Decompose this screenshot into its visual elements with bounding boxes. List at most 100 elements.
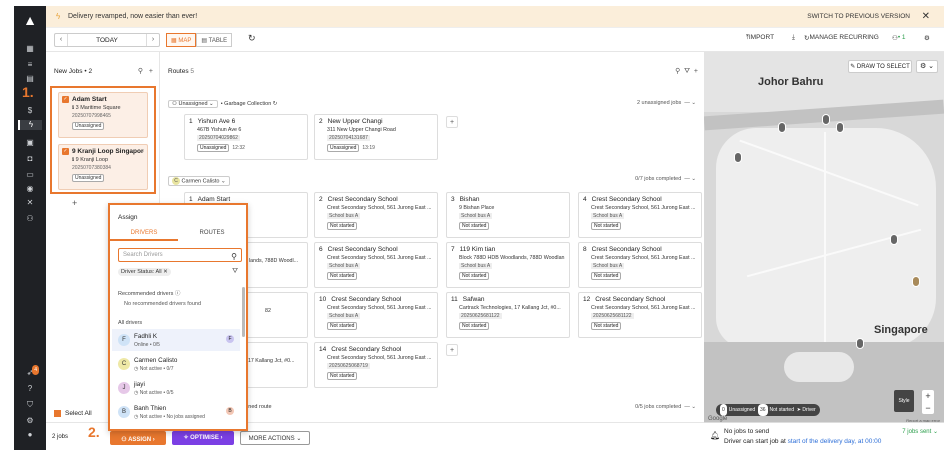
checkbox-checked-icon[interactable]: ✓	[62, 96, 69, 103]
map-view-button[interactable]: ▦ MAP	[166, 33, 197, 47]
stop-card[interactable]: 12 Crest Secondary School Crest Secondary…	[578, 292, 702, 338]
stop-card[interactable]: 2 New Upper Changi 311 New Upper Changi R…	[314, 114, 438, 160]
grid-icon[interactable]: ▤	[23, 74, 37, 84]
stop-card[interactable]: 7 119 Kim tian Block 788D HDB Woodlands, …	[446, 242, 570, 288]
map-pin-icon[interactable]	[856, 338, 864, 349]
app-logo-icon[interactable]: ▲	[22, 12, 38, 28]
settings-gear-icon[interactable]: ⚙	[924, 34, 930, 42]
search-icon[interactable]: ⚲	[138, 68, 143, 75]
routes-tools: ⚲ ⛛ +	[675, 67, 698, 76]
add-stop-button[interactable]: +	[446, 344, 458, 356]
driver-item[interactable]: J jiayi ◷ Not active • 0/5	[112, 377, 240, 399]
location-icon[interactable]: ◉	[23, 184, 37, 194]
stop-card[interactable]: 3 Bishan 9 Bishan Place School bus A Not …	[446, 192, 570, 238]
add-icon[interactable]: +	[694, 68, 698, 75]
calendar-icon[interactable]: ▣	[23, 138, 37, 148]
stop-card[interactable]: 1 Yishun Ave 6 467B Yishun Ave 6 20250704…	[184, 114, 308, 160]
stop-card[interactable]: 14 Crest Secondary School Crest Secondary…	[314, 342, 438, 388]
chevron-right-icon[interactable]: ›	[148, 36, 158, 43]
map-style-button[interactable]: Style	[894, 390, 914, 412]
map-pin-icon[interactable]	[836, 122, 844, 133]
map-icon[interactable]: ▦	[23, 44, 37, 54]
stop-number: 7	[451, 246, 455, 253]
driver-arrow-icon: ➤	[796, 407, 801, 413]
filter-icon[interactable]: ⛛	[232, 268, 238, 276]
manage-recurring-button[interactable]: ↻ MANAGE RECURRING	[804, 34, 879, 42]
users-online-indicator[interactable]: ⚇ • 1	[892, 34, 906, 42]
route-dropdown[interactable]: ⚇ Unassigned ⌄	[168, 100, 218, 108]
select-all-checkbox[interactable]: Select All	[54, 410, 92, 417]
assign-button[interactable]: ⚇ ASSIGN ›	[110, 431, 166, 445]
more-actions-button[interactable]: MORE ACTIONS ⌄	[240, 431, 310, 445]
job-card[interactable]: ✓ 9 Kranji Loop Singapore 7... ℹ 9 Kranj…	[58, 144, 148, 190]
date-label[interactable]: TODAY	[67, 34, 147, 46]
users-icon[interactable]: ⚇	[23, 214, 37, 224]
driver-status-filter[interactable]: Driver Status: All ✕	[118, 268, 171, 276]
map-pin-icon[interactable]	[912, 276, 920, 287]
add-job-icon[interactable]: +	[72, 198, 77, 208]
stop-address: 311 New Upper Changi Road	[327, 127, 396, 133]
dollar-icon[interactable]: $	[23, 106, 37, 116]
dispatch-time-link[interactable]: start of the delivery day, at 00:00	[788, 438, 882, 445]
map-panel[interactable]: Johor Bahru Singapore ✎ DRAW TO SELECT ⚙…	[704, 52, 944, 450]
delivery-bolt-icon[interactable]: ϟ	[18, 120, 42, 130]
route-driver-dropdown[interactable]: C Carmen Calisto ⌄	[168, 176, 230, 186]
driver-route-header: C Carmen Calisto ⌄ 0/7 jobs completed — …	[168, 176, 696, 186]
refresh-icon[interactable]: ↻	[273, 101, 278, 107]
switch-version-link[interactable]: SWITCH TO PREVIOUS VERSION	[807, 13, 910, 20]
driver-item[interactable]: B Banh Thien ◷ Not active • No jobs assi…	[112, 401, 240, 423]
help-icon[interactable]: ?	[23, 384, 37, 394]
shield-icon[interactable]: ⛉	[23, 400, 37, 410]
driver-item[interactable]: C Carmen Calisto ◷ Not active • 0/7	[112, 353, 240, 375]
driver-search-input[interactable]: Search Drivers ⚲	[118, 248, 242, 262]
stop-card[interactable]: 4 Crest Secondary School Crest Secondary …	[578, 192, 702, 238]
table-view-button[interactable]: ▤ TABLE	[196, 33, 233, 47]
zoom-out-icon[interactable]: −	[922, 402, 934, 414]
route-summary-text: 2 unassigned jobs	[636, 100, 682, 106]
stop-address: Crest Secondary School, 561 Jurong East …	[591, 205, 696, 211]
driver-item[interactable]: F Fadhli K Online • 0/5 F	[112, 329, 240, 351]
filter-icon[interactable]: ⛛	[684, 68, 690, 75]
stop-card[interactable]: 10 Crest Secondary School Crest Secondary…	[314, 292, 438, 338]
add-icon[interactable]: +	[149, 68, 153, 75]
map-pin-icon[interactable]	[890, 234, 898, 245]
download-icon[interactable]: ⤓	[792, 34, 795, 42]
job-card[interactable]: ✓ Adam Start ℹ 3 Maritime Square 2025070…	[58, 92, 148, 138]
search-icon[interactable]: ⚲	[675, 68, 680, 75]
scrollbar[interactable]	[242, 287, 245, 337]
map-pin-icon[interactable]	[822, 114, 830, 125]
map-pin-icon[interactable]	[778, 122, 786, 133]
import-button[interactable]: ⤒ IMPORT	[746, 34, 774, 42]
add-stop-button[interactable]: +	[446, 116, 458, 128]
rocket-icon[interactable]: ➶ 4	[23, 365, 39, 378]
more-icon[interactable]: —	[684, 404, 690, 410]
draw-to-select-button[interactable]: ✎ DRAW TO SELECT	[848, 60, 912, 73]
search-placeholder: Search Drivers	[123, 252, 163, 258]
tools-icon[interactable]: ✕	[23, 198, 37, 208]
zoom-in-icon[interactable]: +	[922, 390, 934, 402]
list-icon[interactable]: ≡	[23, 60, 37, 70]
close-icon[interactable]: ✕	[922, 11, 930, 22]
stop-card[interactable]: 2 Crest Secondary School Crest Secondary …	[314, 192, 438, 238]
chevron-down-icon[interactable]: ⌄	[691, 100, 696, 106]
optimise-button[interactable]: ✧ OPTIMISE ›	[172, 431, 234, 445]
more-icon[interactable]: —	[684, 176, 690, 182]
chevron-down-icon[interactable]: ⌄	[691, 176, 696, 182]
legend-unassigned-label: Unassigned	[728, 407, 756, 413]
id-card-icon[interactable]: ▭	[23, 170, 37, 180]
settings-icon[interactable]: ⚙	[23, 416, 37, 426]
stop-card[interactable]: 8 Crest Secondary School Crest Secondary …	[578, 242, 702, 288]
map-pin-icon[interactable]	[734, 152, 742, 163]
tab-drivers[interactable]: DRIVERS	[110, 227, 178, 241]
more-icon[interactable]: —	[684, 100, 690, 106]
stop-card[interactable]: 11 Safwan Cartrack Technologies, 17 Kalla…	[446, 292, 570, 338]
refresh-icon[interactable]: ↻	[248, 33, 256, 44]
stop-card[interactable]: 6 Crest Secondary School Crest Secondary …	[314, 242, 438, 288]
chevron-left-icon[interactable]: ‹	[56, 36, 66, 43]
map-settings-icon[interactable]: ⚙ ⌄	[916, 60, 938, 73]
chevron-down-icon[interactable]: ⌄	[691, 404, 696, 410]
tab-routes[interactable]: ROUTES	[178, 227, 246, 239]
checkbox-checked-icon[interactable]: ✓	[62, 148, 69, 155]
truck-icon[interactable]: ◘	[23, 154, 37, 164]
user-avatar-icon[interactable]: ●	[23, 430, 37, 440]
